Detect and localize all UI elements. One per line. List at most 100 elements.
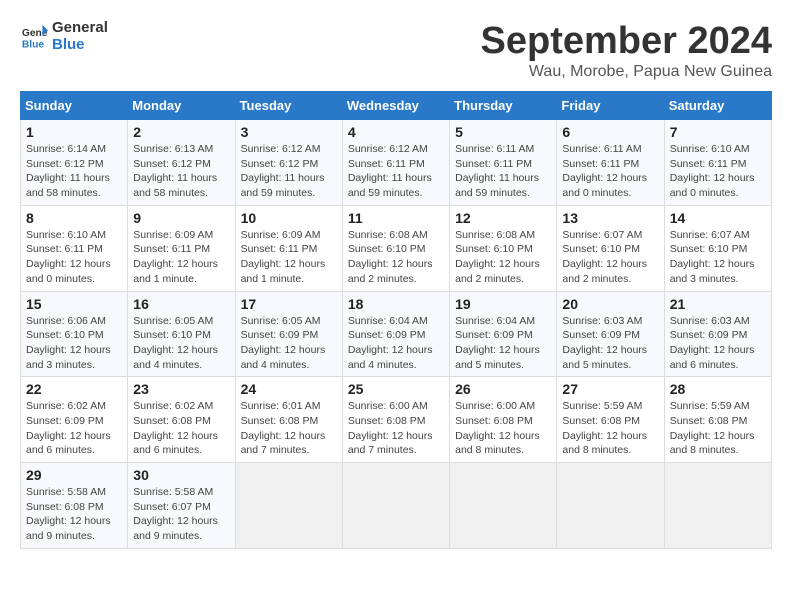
- calendar-cell: 25 Sunrise: 6:00 AM Sunset: 6:08 PM Dayli…: [342, 377, 449, 463]
- day-info: Sunrise: 6:11 AM Sunset: 6:11 PM Dayligh…: [562, 142, 658, 201]
- day-number: 13: [562, 210, 658, 226]
- location-subtitle: Wau, Morobe, Papua New Guinea: [481, 63, 773, 81]
- calendar-cell: 17 Sunrise: 6:05 AM Sunset: 6:09 PM Dayli…: [235, 291, 342, 377]
- calendar-cell: 1 Sunrise: 6:14 AM Sunset: 6:12 PM Daylig…: [21, 120, 128, 206]
- day-number: 10: [241, 210, 337, 226]
- day-info: Sunrise: 6:13 AM Sunset: 6:12 PM Dayligh…: [133, 142, 229, 201]
- logo-icon: General Blue: [20, 23, 48, 51]
- day-number: 18: [348, 296, 444, 312]
- day-info: Sunrise: 6:03 AM Sunset: 6:09 PM Dayligh…: [670, 314, 766, 373]
- day-number: 26: [455, 381, 551, 397]
- weekday-header-saturday: Saturday: [664, 92, 771, 120]
- day-info: Sunrise: 6:10 AM Sunset: 6:11 PM Dayligh…: [670, 142, 766, 201]
- calendar-cell: 7 Sunrise: 6:10 AM Sunset: 6:11 PM Daylig…: [664, 120, 771, 206]
- day-number: 8: [26, 210, 122, 226]
- day-number: 24: [241, 381, 337, 397]
- calendar-cell: 8 Sunrise: 6:10 AM Sunset: 6:11 PM Daylig…: [21, 205, 128, 291]
- day-number: 6: [562, 124, 658, 140]
- day-number: 14: [670, 210, 766, 226]
- day-info: Sunrise: 6:07 AM Sunset: 6:10 PM Dayligh…: [562, 228, 658, 287]
- calendar-cell: 16 Sunrise: 6:05 AM Sunset: 6:10 PM Dayli…: [128, 291, 235, 377]
- weekday-header-monday: Monday: [128, 92, 235, 120]
- calendar-cell: 4 Sunrise: 6:12 AM Sunset: 6:11 PM Daylig…: [342, 120, 449, 206]
- weekday-header-friday: Friday: [557, 92, 664, 120]
- calendar-cell: 11 Sunrise: 6:08 AM Sunset: 6:10 PM Dayli…: [342, 205, 449, 291]
- day-info: Sunrise: 6:02 AM Sunset: 6:09 PM Dayligh…: [26, 399, 122, 458]
- calendar-cell: 14 Sunrise: 6:07 AM Sunset: 6:10 PM Dayli…: [664, 205, 771, 291]
- calendar-cell: 13 Sunrise: 6:07 AM Sunset: 6:10 PM Dayli…: [557, 205, 664, 291]
- calendar-cell: 29 Sunrise: 5:58 AM Sunset: 6:08 PM Dayli…: [21, 463, 128, 549]
- calendar-cell: [450, 463, 557, 549]
- day-number: 17: [241, 296, 337, 312]
- day-number: 4: [348, 124, 444, 140]
- calendar-cell: [235, 463, 342, 549]
- day-number: 16: [133, 296, 229, 312]
- calendar-cell: 22 Sunrise: 6:02 AM Sunset: 6:09 PM Dayli…: [21, 377, 128, 463]
- calendar-cell: 9 Sunrise: 6:09 AM Sunset: 6:11 PM Daylig…: [128, 205, 235, 291]
- svg-text:Blue: Blue: [22, 39, 45, 50]
- day-info: Sunrise: 5:58 AM Sunset: 6:07 PM Dayligh…: [133, 485, 229, 544]
- day-number: 1: [26, 124, 122, 140]
- day-info: Sunrise: 6:05 AM Sunset: 6:10 PM Dayligh…: [133, 314, 229, 373]
- day-info: Sunrise: 6:02 AM Sunset: 6:08 PM Dayligh…: [133, 399, 229, 458]
- calendar-cell: 23 Sunrise: 6:02 AM Sunset: 6:08 PM Dayli…: [128, 377, 235, 463]
- calendar-cell: 30 Sunrise: 5:58 AM Sunset: 6:07 PM Dayli…: [128, 463, 235, 549]
- weekday-header-sunday: Sunday: [21, 92, 128, 120]
- day-number: 7: [670, 124, 766, 140]
- day-info: Sunrise: 5:59 AM Sunset: 6:08 PM Dayligh…: [670, 399, 766, 458]
- calendar-cell: 6 Sunrise: 6:11 AM Sunset: 6:11 PM Daylig…: [557, 120, 664, 206]
- day-info: Sunrise: 6:10 AM Sunset: 6:11 PM Dayligh…: [26, 228, 122, 287]
- calendar-cell: 5Sunrise: 6:11 AM Sunset: 6:11 PM Daylig…: [450, 120, 557, 206]
- day-info: Sunrise: 6:09 AM Sunset: 6:11 PM Dayligh…: [241, 228, 337, 287]
- calendar-cell: 24 Sunrise: 6:01 AM Sunset: 6:08 PM Dayli…: [235, 377, 342, 463]
- day-number: 3: [241, 124, 337, 140]
- day-info: Sunrise: 6:00 AM Sunset: 6:08 PM Dayligh…: [348, 399, 444, 458]
- day-info: Sunrise: 5:59 AM Sunset: 6:08 PM Dayligh…: [562, 399, 658, 458]
- day-info: Sunrise: 6:00 AM Sunset: 6:08 PM Dayligh…: [455, 399, 551, 458]
- calendar-cell: 21Sunrise: 6:03 AM Sunset: 6:09 PM Dayli…: [664, 291, 771, 377]
- day-number: 30: [133, 467, 229, 483]
- day-number: 9: [133, 210, 229, 226]
- day-number: 27: [562, 381, 658, 397]
- day-number: 23: [133, 381, 229, 397]
- calendar-cell: 28 Sunrise: 5:59 AM Sunset: 6:08 PM Dayli…: [664, 377, 771, 463]
- day-number: 22: [26, 381, 122, 397]
- day-number: 12: [455, 210, 551, 226]
- day-info: Sunrise: 6:09 AM Sunset: 6:11 PM Dayligh…: [133, 228, 229, 287]
- day-info: Sunrise: 6:08 AM Sunset: 6:10 PM Dayligh…: [455, 228, 551, 287]
- day-number: 11: [348, 210, 444, 226]
- calendar-cell: 18 Sunrise: 6:04 AM Sunset: 6:09 PM Dayli…: [342, 291, 449, 377]
- day-info: Sunrise: 6:07 AM Sunset: 6:10 PM Dayligh…: [670, 228, 766, 287]
- day-info: Sunrise: 6:12 AM Sunset: 6:11 PM Dayligh…: [348, 142, 444, 201]
- calendar-table: SundayMondayTuesdayWednesdayThursdayFrid…: [20, 91, 772, 549]
- day-number: 25: [348, 381, 444, 397]
- month-title: September 2024: [481, 20, 773, 63]
- day-info: Sunrise: 6:04 AM Sunset: 6:09 PM Dayligh…: [455, 314, 551, 373]
- day-info: Sunrise: 6:11 AM Sunset: 6:11 PM Dayligh…: [455, 142, 551, 201]
- day-info: Sunrise: 6:04 AM Sunset: 6:09 PM Dayligh…: [348, 314, 444, 373]
- day-info: Sunrise: 5:58 AM Sunset: 6:08 PM Dayligh…: [26, 485, 122, 544]
- weekday-header-tuesday: Tuesday: [235, 92, 342, 120]
- calendar-cell: 15Sunrise: 6:06 AM Sunset: 6:10 PM Dayli…: [21, 291, 128, 377]
- day-number: 28: [670, 381, 766, 397]
- day-info: Sunrise: 6:05 AM Sunset: 6:09 PM Dayligh…: [241, 314, 337, 373]
- day-info: Sunrise: 6:08 AM Sunset: 6:10 PM Dayligh…: [348, 228, 444, 287]
- day-info: Sunrise: 6:12 AM Sunset: 6:12 PM Dayligh…: [241, 142, 337, 201]
- weekday-header-wednesday: Wednesday: [342, 92, 449, 120]
- calendar-cell: [664, 463, 771, 549]
- calendar-cell: 27 Sunrise: 5:59 AM Sunset: 6:08 PM Dayli…: [557, 377, 664, 463]
- calendar-cell: 19Sunrise: 6:04 AM Sunset: 6:09 PM Dayli…: [450, 291, 557, 377]
- calendar-cell: 2 Sunrise: 6:13 AM Sunset: 6:12 PM Daylig…: [128, 120, 235, 206]
- day-info: Sunrise: 6:14 AM Sunset: 6:12 PM Dayligh…: [26, 142, 122, 201]
- day-number: 20: [562, 296, 658, 312]
- calendar-cell: 20 Sunrise: 6:03 AM Sunset: 6:09 PM Dayli…: [557, 291, 664, 377]
- calendar-cell: 26 Sunrise: 6:00 AM Sunset: 6:08 PM Dayli…: [450, 377, 557, 463]
- day-info: Sunrise: 6:01 AM Sunset: 6:08 PM Dayligh…: [241, 399, 337, 458]
- calendar-cell: 12 Sunrise: 6:08 AM Sunset: 6:10 PM Dayli…: [450, 205, 557, 291]
- weekday-header-thursday: Thursday: [450, 92, 557, 120]
- day-number: 29: [26, 467, 122, 483]
- day-number: 2: [133, 124, 229, 140]
- calendar-cell: [342, 463, 449, 549]
- day-info: Sunrise: 6:03 AM Sunset: 6:09 PM Dayligh…: [562, 314, 658, 373]
- day-info: Sunrise: 6:06 AM Sunset: 6:10 PM Dayligh…: [26, 314, 122, 373]
